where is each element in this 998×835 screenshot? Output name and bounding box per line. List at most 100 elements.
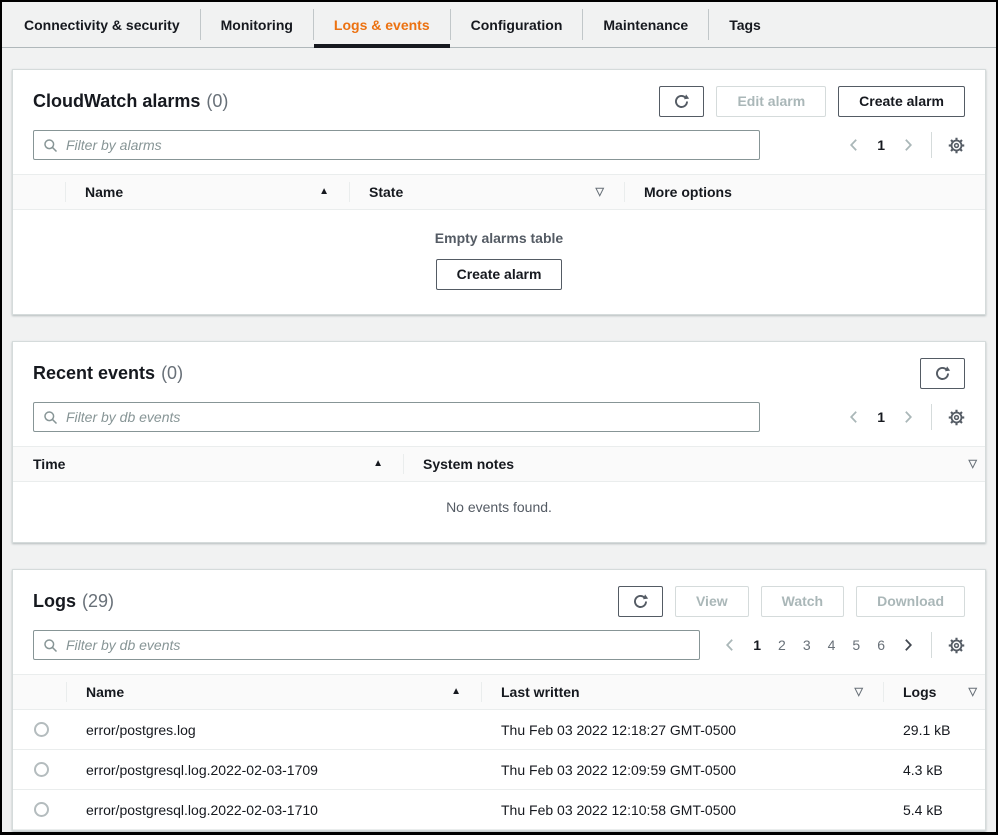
tab-label: Maintenance: [603, 17, 688, 33]
create-alarm-button[interactable]: Create alarm: [838, 86, 965, 117]
sort-filter-icon: ▽: [855, 687, 863, 698]
tab-label: Logs & events: [334, 17, 430, 33]
tab-configuration[interactable]: Configuration: [451, 2, 583, 47]
alarms-filter-input[interactable]: [64, 136, 750, 154]
alarms-name-column-header[interactable]: Name ▲: [65, 175, 349, 209]
sort-ascending-icon: ▲: [319, 187, 329, 197]
search-icon: [43, 638, 58, 653]
log-row[interactable]: error/postgresql.log.2022-02-03-1709 Thu…: [13, 750, 985, 790]
logs-pagination: 1 2 3 4 5 6: [723, 632, 965, 658]
watch-log-button[interactable]: Watch: [761, 586, 844, 617]
events-panel-header: Recent events (0): [13, 342, 985, 390]
logs-prev-page-button[interactable]: [723, 638, 737, 652]
refresh-icon: [673, 93, 690, 110]
log-row[interactable]: error/postgres.log Thu Feb 03 2022 12:18…: [13, 710, 985, 750]
gear-icon: [948, 637, 965, 654]
column-label: State: [369, 184, 403, 200]
log-size-cell: 5.4 kB: [883, 802, 985, 818]
logs-filter-input[interactable]: [64, 636, 690, 654]
alarms-select-column-header: [13, 175, 65, 209]
edit-alarm-button[interactable]: Edit alarm: [716, 86, 826, 117]
logs-panel-title: Logs (29): [33, 584, 114, 618]
events-system-notes-column-header[interactable]: System notes ▽: [403, 447, 985, 481]
events-filter-input[interactable]: [64, 408, 750, 426]
tab-tags[interactable]: Tags: [709, 2, 781, 47]
alarms-toolbar: 1: [13, 118, 985, 160]
empty-create-alarm-button[interactable]: Create alarm: [436, 259, 563, 290]
row-radio-button[interactable]: [34, 762, 49, 777]
row-select-cell: [13, 762, 66, 777]
refresh-icon: [632, 593, 649, 610]
download-log-button[interactable]: Download: [856, 586, 965, 617]
events-time-column-header[interactable]: Time ▲: [13, 447, 403, 481]
tab-logs-events[interactable]: Logs & events: [314, 2, 450, 47]
chevron-right-icon: [901, 138, 915, 152]
alarms-title-text: CloudWatch alarms: [33, 91, 200, 112]
row-radio-button[interactable]: [34, 722, 49, 737]
alarms-prev-page-button[interactable]: [847, 138, 861, 152]
alarms-panel-title: CloudWatch alarms (0): [33, 84, 228, 118]
chevron-left-icon: [847, 410, 861, 424]
logs-table-header: Name ▲ Last written ▽ Logs ▽: [13, 674, 985, 710]
column-label: Logs: [903, 684, 936, 700]
gear-icon: [948, 409, 965, 426]
logs-page-1[interactable]: 1: [752, 637, 762, 653]
events-settings-button[interactable]: [948, 409, 965, 426]
log-row[interactable]: error/postgresql.log.2022-02-03-1710 Thu…: [13, 790, 985, 830]
alarms-filter-box: [33, 130, 760, 160]
events-refresh-button[interactable]: [920, 358, 965, 389]
alarms-state-column-header[interactable]: State ▽: [349, 175, 624, 209]
events-title-text: Recent events: [33, 363, 155, 384]
refresh-icon: [934, 365, 951, 382]
logs-last-written-column-header[interactable]: Last written ▽: [481, 675, 883, 709]
gear-icon: [948, 137, 965, 154]
logs-name-column-header[interactable]: Name ▲: [66, 675, 481, 709]
logs-title-text: Logs: [33, 591, 76, 612]
alarms-settings-button[interactable]: [948, 137, 965, 154]
events-empty-state: No events found.: [13, 482, 985, 542]
sort-filter-icon: ▽: [969, 459, 977, 470]
log-name-cell: error/postgresql.log.2022-02-03-1710: [66, 802, 481, 818]
tab-maintenance[interactable]: Maintenance: [583, 2, 708, 47]
log-last-written-cell: Thu Feb 03 2022 12:18:27 GMT-0500: [481, 722, 883, 738]
column-label: More options: [644, 184, 732, 200]
cloudwatch-alarms-panel: CloudWatch alarms (0) Edit alarm Create …: [12, 69, 986, 315]
view-log-button[interactable]: View: [675, 586, 749, 617]
events-next-page-button[interactable]: [901, 410, 915, 424]
logs-refresh-button[interactable]: [618, 586, 663, 617]
events-actions: [920, 358, 965, 389]
logs-next-page-button[interactable]: [901, 638, 915, 652]
chevron-left-icon: [847, 138, 861, 152]
logs-settings-button[interactable]: [948, 637, 965, 654]
tab-monitoring[interactable]: Monitoring: [201, 2, 313, 47]
log-last-written-cell: Thu Feb 03 2022 12:10:58 GMT-0500: [481, 802, 883, 818]
alarms-empty-state: Empty alarms table Create alarm: [13, 210, 985, 314]
tab-label: Connectivity & security: [24, 17, 180, 33]
alarms-refresh-button[interactable]: [659, 86, 704, 117]
events-table-header: Time ▲ System notes ▽: [13, 446, 985, 482]
events-page-number[interactable]: 1: [876, 409, 886, 425]
log-last-written-cell: Thu Feb 03 2022 12:09:59 GMT-0500: [481, 762, 883, 778]
tab-label: Configuration: [471, 17, 563, 33]
logs-size-column-header[interactable]: Logs ▽: [883, 675, 985, 709]
alarms-page-number[interactable]: 1: [876, 137, 886, 153]
column-label: Name: [86, 684, 124, 700]
alarms-actions: Edit alarm Create alarm: [659, 86, 965, 117]
alarms-next-page-button[interactable]: [901, 138, 915, 152]
sort-ascending-icon: ▲: [373, 459, 383, 469]
events-toolbar: 1: [13, 390, 985, 432]
logs-page-3[interactable]: 3: [802, 637, 812, 653]
logs-count: (29): [82, 591, 114, 612]
logs-page-5[interactable]: 5: [851, 637, 861, 653]
alarms-count: (0): [206, 91, 228, 112]
alarms-more-options-column-header: More options: [624, 175, 985, 209]
logs-page-2[interactable]: 2: [777, 637, 787, 653]
tab-connectivity-security[interactable]: Connectivity & security: [4, 2, 200, 47]
logs-page-6[interactable]: 6: [876, 637, 886, 653]
pager-divider: [931, 132, 932, 158]
logs-page-4[interactable]: 4: [827, 637, 837, 653]
tab-label: Monitoring: [221, 17, 293, 33]
logs-select-column-header: [13, 675, 66, 709]
row-radio-button[interactable]: [34, 802, 49, 817]
events-prev-page-button[interactable]: [847, 410, 861, 424]
